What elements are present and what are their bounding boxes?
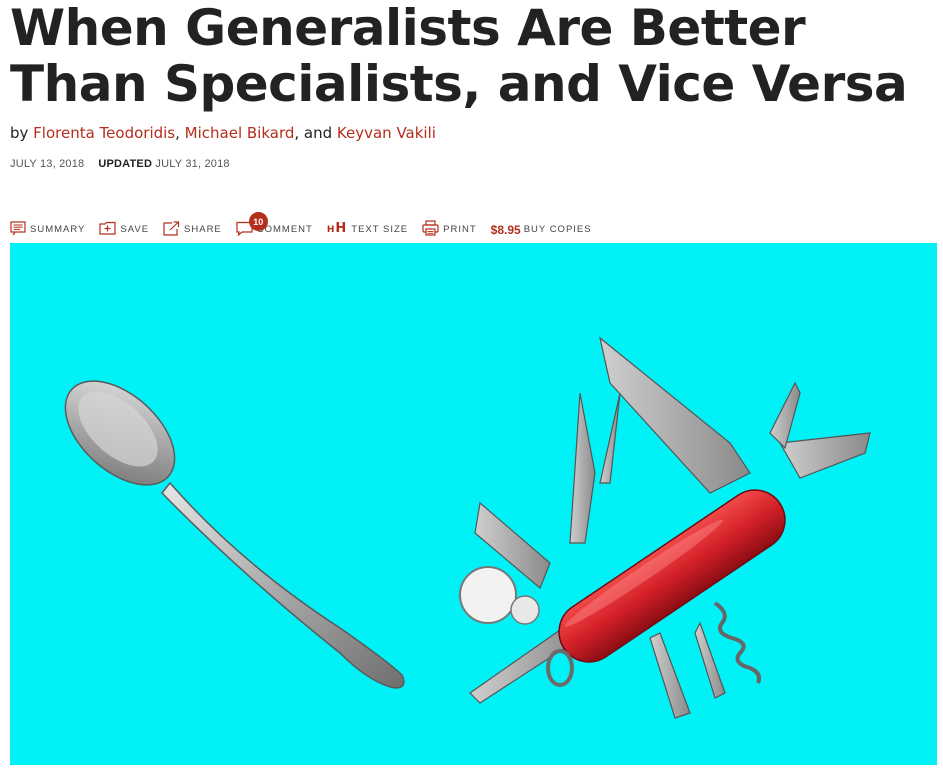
share-label: SHARE [184, 224, 222, 235]
text-size-label: TEXT SIZE [351, 224, 409, 235]
spoon-illustration [64, 380, 405, 689]
text-size-button[interactable]: HH TEXT SIZE [326, 221, 409, 236]
price: $8.95 [490, 223, 521, 237]
author-link-1[interactable]: Florenta Teodoridis [33, 124, 175, 142]
hero-image [10, 243, 937, 765]
author-link-3[interactable]: Keyvan Vakili [337, 124, 436, 142]
hero-illustration [64, 336, 871, 719]
share-icon [163, 221, 180, 236]
share-button[interactable]: SHARE [163, 221, 222, 236]
printer-icon [422, 220, 439, 236]
byline-separator: , and [294, 124, 337, 142]
updated-label: UPDATED [98, 158, 153, 170]
save-label: SAVE [120, 224, 150, 235]
folder-add-icon [99, 221, 116, 235]
updated-date: JULY 31, 2018 [155, 158, 230, 170]
summary-icon [10, 221, 26, 236]
save-button[interactable]: SAVE [99, 221, 149, 236]
article-dates: JULY 13, 2018 UPDATED JULY 31, 2018 [10, 158, 230, 170]
swiss-army-knife-illustration [459, 336, 871, 719]
published-date: JULY 13, 2018 [10, 158, 85, 170]
byline-prefix: by [10, 124, 34, 142]
comment-count-badge: 10 [248, 212, 268, 231]
article-title: When Generalists Are Better Than Special… [10, 0, 908, 113]
article-toolbar: SUMMARY SAVE SHARE 10 COMMENT HH TEXT SI… [10, 212, 606, 236]
byline: by Florenta Teodoridis, Michael Bikard, … [10, 124, 436, 142]
print-label: PRINT [443, 224, 477, 235]
summary-button[interactable]: SUMMARY [10, 221, 85, 236]
summary-label: SUMMARY [30, 224, 86, 235]
text-size-icon: HH [326, 221, 348, 236]
buy-copies-label: BUY COPIES [523, 224, 592, 235]
buy-copies-button[interactable]: $8.95 BUY COPIES [491, 224, 592, 236]
author-link-2[interactable]: Michael Bikard [185, 124, 295, 142]
print-button[interactable]: PRINT [422, 220, 477, 236]
comment-button[interactable]: 10 COMMENT [236, 212, 313, 236]
byline-separator: , [175, 124, 185, 142]
